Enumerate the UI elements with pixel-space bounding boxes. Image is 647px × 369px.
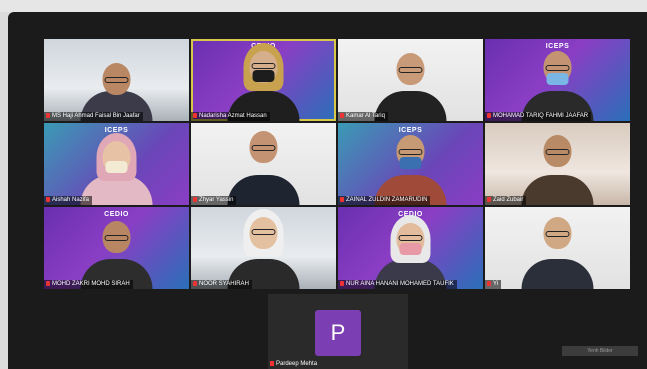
mic-muted-icon (193, 196, 197, 202)
participant-tile[interactable]: CEDIO NUR AINA HANANI MOHAMED TAUFIK (338, 207, 483, 289)
participant-name: MOHAMAD TARIQ FAHMI JAAFAR (485, 112, 592, 121)
mic-muted-icon (487, 112, 491, 118)
participant-name: Zaid Zubair (485, 196, 527, 205)
mic-muted-icon (46, 196, 50, 202)
participant-name: MS Haji Ahmad Faisal Bin Jaafar (44, 112, 143, 121)
avatar: P (315, 310, 361, 356)
self-view-label[interactable]: Yenh Bilder (562, 346, 638, 356)
participant-tile[interactable]: CEDIO MOHD ZAKRI MOHD SIRAH (44, 207, 189, 289)
mic-muted-icon (193, 280, 197, 286)
mic-muted-icon (487, 280, 491, 286)
mic-muted-icon (487, 196, 491, 202)
participant-name: Zhyar Yassin (191, 196, 237, 205)
mic-muted-icon (46, 280, 50, 286)
participant-tile-no-video[interactable]: P Pardeep Mehta (268, 294, 408, 369)
participant-name: Yi (485, 280, 502, 289)
mic-muted-icon (46, 112, 50, 118)
participant-name: Nadarisha Azmat Hassan (191, 112, 270, 121)
participant-tile[interactable]: ICEPS MOHAMAD TARIQ FAHMI JAAFAR (485, 39, 630, 121)
participant-tile[interactable]: NOOR SYAHIRAH (191, 207, 336, 289)
participant-name: NOOR SYAHIRAH (191, 280, 252, 289)
mic-muted-icon (270, 360, 274, 366)
participant-name: NUR AINA HANANI MOHAMED TAUFIK (338, 280, 457, 289)
mic-muted-icon (340, 112, 344, 118)
participant-tile[interactable]: ICEPS Aishah Nazifa (44, 123, 189, 205)
participant-tile[interactable]: Zhyar Yassin (191, 123, 336, 205)
participant-name: Pardeep Mehta (268, 360, 317, 369)
participant-tile[interactable]: ICEPS ZAINAL ZULDIN ZAMARUDIN (338, 123, 483, 205)
participant-tile[interactable]: MS Haji Ahmad Faisal Bin Jaafar (44, 39, 189, 121)
mic-muted-icon (340, 280, 344, 286)
window-top-strip (0, 0, 647, 12)
participant-tile[interactable]: Zaid Zubair (485, 123, 630, 205)
participant-name: MOHD ZAKRI MOHD SIRAH (44, 280, 133, 289)
participant-tile[interactable]: Yi (485, 207, 630, 289)
mic-muted-icon (193, 112, 197, 118)
participant-name: Kamar Al Tariq (338, 112, 388, 121)
participant-tile-active-speaker[interactable]: CEDIO Nadarisha Azmat Hassan (191, 39, 336, 121)
participant-name: ZAINAL ZULDIN ZAMARUDIN (338, 196, 431, 205)
mic-muted-icon (340, 196, 344, 202)
participant-name: Aishah Nazifa (44, 196, 93, 205)
participant-tile[interactable]: Kamar Al Tariq (338, 39, 483, 121)
